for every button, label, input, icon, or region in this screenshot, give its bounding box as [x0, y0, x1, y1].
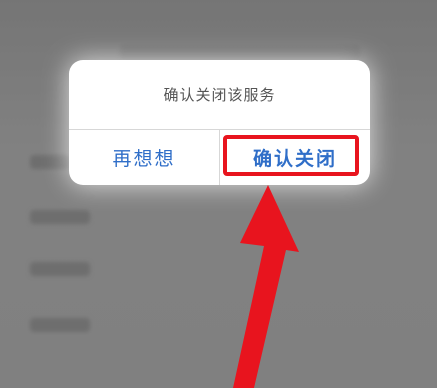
pointer-arrow-icon — [233, 185, 299, 388]
